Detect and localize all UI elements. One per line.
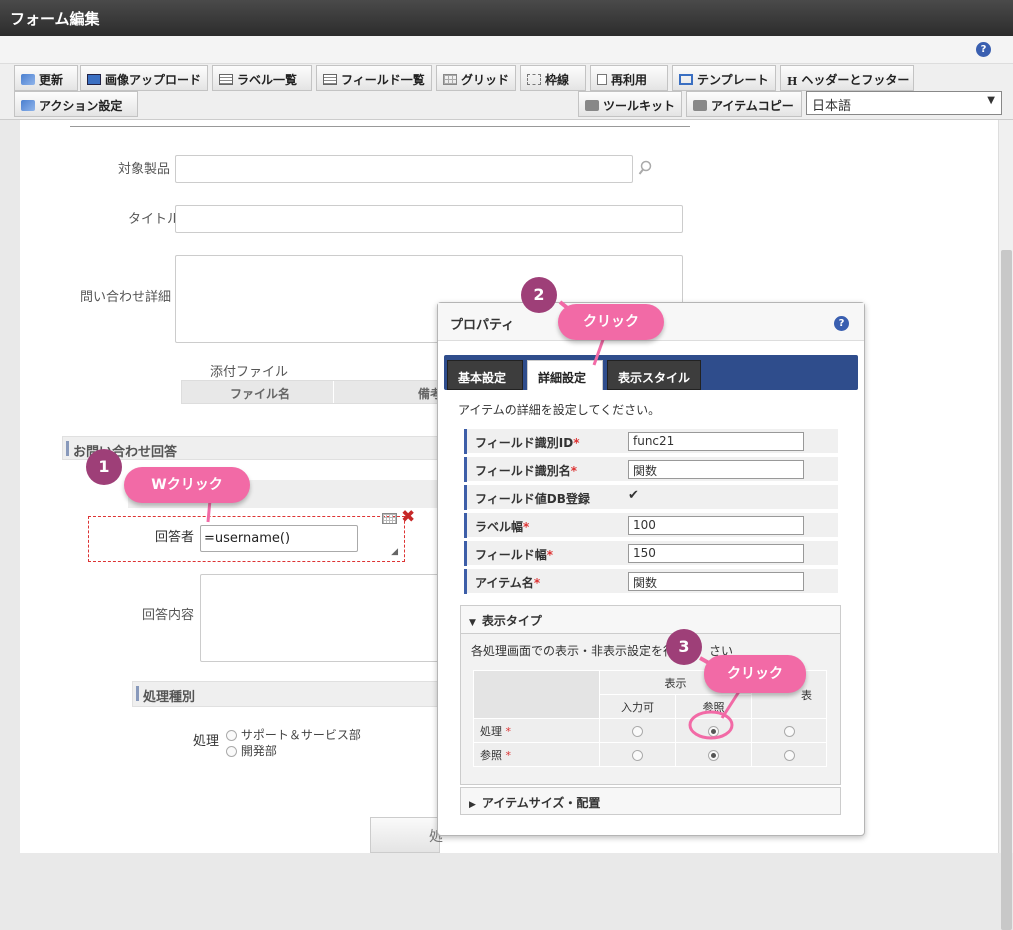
annotation-pointer — [206, 499, 212, 523]
annotation-number-3: 3 — [666, 629, 702, 665]
annotation-bubble-3: クリック — [704, 655, 806, 693]
annotation-overlay — [126, 300, 742, 740]
annotation-number-1: 1 — [86, 449, 122, 485]
annotation-number-2: 2 — [521, 277, 557, 313]
annotation-bubble-1: Wクリック — [124, 467, 250, 503]
annotation-highlight-ring — [688, 710, 734, 740]
annotation-bubble-2: クリック — [558, 304, 664, 340]
